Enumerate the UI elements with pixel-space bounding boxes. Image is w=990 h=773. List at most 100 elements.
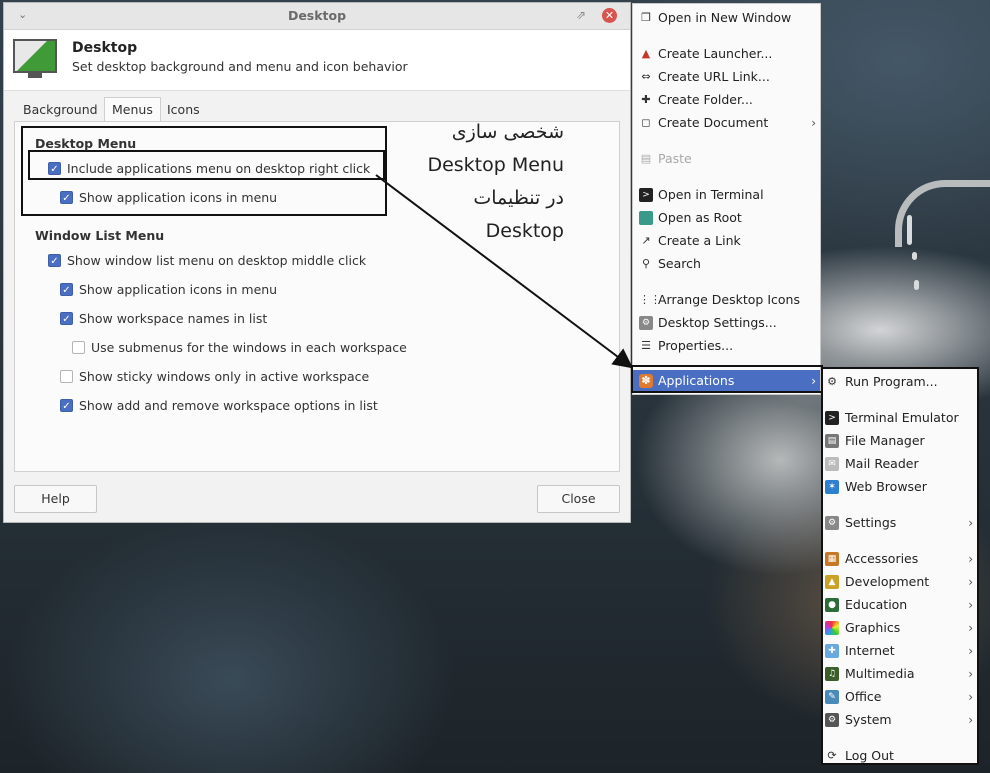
logout-icon: ⟳ [827, 749, 837, 762]
file-manager-icon: ▤ [825, 434, 839, 448]
menu-item-label: Web Browser [845, 479, 927, 494]
tab-background[interactable]: Background [16, 98, 105, 122]
menu-item-label: Open in New Window [658, 10, 792, 25]
menu-item-label: Terminal Emulator [845, 410, 959, 425]
menu-item-run-program[interactable]: ⚙ Run Program... [823, 371, 977, 393]
menu-item-create-document[interactable]: ◻ Create Document › [633, 112, 820, 134]
desktop-settings-icon: ⚙ [639, 316, 653, 330]
menu-item-multimedia[interactable]: ♫ Multimedia › [823, 663, 977, 685]
desktop-menu-icons-label: Show application icons in menu [79, 190, 278, 205]
menu-item-system[interactable]: ⚙ System › [823, 709, 977, 731]
chevron-right-icon: › [968, 621, 973, 635]
close-icon[interactable]: ✕ [602, 8, 617, 23]
menu-item-properties[interactable]: ☰ Properties... [633, 335, 820, 357]
menu-item-terminal-emulator[interactable]: > Terminal Emulator [823, 407, 977, 429]
graphics-icon [825, 621, 839, 635]
chevron-right-icon: › [811, 116, 816, 130]
window-list-middle-click-checkbox[interactable]: ✓ [48, 254, 61, 267]
tab-menus[interactable]: Menus [104, 97, 161, 123]
workspace-names-label: Show workspace names in list [79, 311, 268, 326]
menu-item-label: Internet [845, 643, 895, 658]
annotation-line-1: شخصی سازی [451, 121, 564, 143]
menu-item-mail-reader[interactable]: ✉ Mail Reader [823, 453, 977, 475]
menu-item-open-terminal[interactable]: > Open in Terminal [633, 184, 820, 206]
desktop-menu-icons-checkbox[interactable]: ✓ [60, 191, 73, 204]
root-icon [639, 211, 653, 225]
workspace-options-checkbox[interactable]: ✓ [60, 399, 73, 412]
menu-item-create-folder[interactable]: ✚ Create Folder... [633, 89, 820, 111]
wallpaper-drip [912, 252, 917, 260]
sticky-windows-label: Show sticky windows only in active works… [79, 369, 370, 384]
menu-item-label: Development [845, 574, 930, 589]
desktop-monitor-icon [13, 39, 57, 73]
workspace-submenus-checkbox[interactable] [72, 341, 85, 354]
menu-item-create-url-link[interactable]: ⇔ Create URL Link... [633, 66, 820, 88]
workspace-submenus-label: Use submenus for the windows in each wor… [91, 340, 407, 355]
menu-item-label: Create Folder... [658, 92, 753, 107]
wallpaper-drip [907, 215, 912, 245]
menu-item-label: Properties... [658, 338, 734, 353]
desktop-context-menu: ❐ Open in New Window ▲ Create Launcher..… [632, 3, 821, 395]
close-button[interactable]: Close [537, 485, 620, 513]
menu-item-label: Desktop Settings... [658, 315, 777, 330]
menu-item-education[interactable]: ● Education › [823, 594, 977, 616]
menu-item-label: Settings [845, 515, 897, 530]
internet-icon: ✚ [825, 644, 839, 658]
link-icon: ↗ [641, 234, 651, 247]
menu-item-settings[interactable]: ⚙ Settings › [823, 512, 977, 534]
search-icon: ⚲ [641, 257, 651, 270]
menu-item-arrange-icons[interactable]: ⋮⋮ Arrange Desktop Icons [633, 289, 820, 311]
menu-item-file-manager[interactable]: ▤ File Manager [823, 430, 977, 452]
chevron-right-icon: › [968, 552, 973, 566]
menu-item-search[interactable]: ⚲ Search [633, 253, 820, 275]
menu-item-office[interactable]: ✎ Office › [823, 686, 977, 708]
restore-icon[interactable]: ⇗ [576, 8, 586, 22]
chevron-right-icon: › [968, 713, 973, 727]
menu-item-accessories[interactable]: ▦ Accessories › [823, 548, 977, 570]
url-link-icon: ⇔ [641, 70, 651, 83]
include-apps-menu-label: Include applications menu on desktop rig… [67, 161, 371, 176]
window-titlebar[interactable]: ⌄ Desktop ⇗ ✕ [4, 3, 630, 30]
annotation-line-3: در تنظیمات [473, 187, 564, 209]
menu-item-label: Create URL Link... [658, 69, 770, 84]
tab-icons[interactable]: Icons [160, 98, 207, 122]
chevron-right-icon: › [968, 598, 973, 612]
chevron-right-icon: › [968, 516, 973, 530]
help-button[interactable]: Help [14, 485, 97, 513]
window-list-icons-label: Show application icons in menu [79, 282, 278, 297]
menu-item-label: Open in Terminal [658, 187, 764, 202]
menu-item-internet[interactable]: ✚ Internet › [823, 640, 977, 662]
menu-item-paste[interactable]: ▤ Paste [633, 148, 820, 170]
window-list-icons-checkbox[interactable]: ✓ [60, 283, 73, 296]
menu-item-development[interactable]: ▲ Development › [823, 571, 977, 593]
education-icon: ● [825, 598, 839, 612]
dialog-header: Desktop Set desktop background and menu … [4, 30, 630, 91]
accessories-icon: ▦ [825, 552, 839, 566]
menu-item-label: Search [658, 256, 701, 271]
menu-item-graphics[interactable]: Graphics › [823, 617, 977, 639]
menu-item-web-browser[interactable]: ✶ Web Browser [823, 476, 977, 498]
chevron-right-icon: › [968, 575, 973, 589]
multimedia-icon: ♫ [825, 667, 839, 681]
monitor-stand [28, 73, 42, 78]
include-apps-menu-checkbox[interactable]: ✓ [48, 162, 61, 175]
workspace-names-checkbox[interactable]: ✓ [60, 312, 73, 325]
menu-item-label: Graphics [845, 620, 901, 635]
menu-item-create-link[interactable]: ↗ Create a Link [633, 230, 820, 252]
chevron-right-icon: › [968, 644, 973, 658]
menu-item-label: Open as Root [658, 210, 742, 225]
dialog-title: Desktop [72, 40, 138, 56]
menu-item-open-as-root[interactable]: Open as Root [633, 207, 820, 229]
workspace-options-label: Show add and remove workspace options in… [79, 398, 378, 413]
menu-item-open-new-window[interactable]: ❐ Open in New Window [633, 7, 820, 29]
menu-item-log-out[interactable]: ⟳ Log Out [823, 745, 977, 767]
applications-submenu: ⚙ Run Program... > Terminal Emulator ▤ F… [821, 367, 979, 765]
web-browser-icon: ✶ [825, 480, 839, 494]
menu-item-label: Arrange Desktop Icons [658, 292, 800, 307]
document-icon: ◻ [641, 116, 651, 129]
menu-item-create-launcher[interactable]: ▲ Create Launcher... [633, 43, 820, 65]
menu-item-label: Mail Reader [845, 456, 919, 471]
wallpaper-drip [914, 280, 919, 290]
sticky-windows-checkbox[interactable] [60, 370, 73, 383]
menu-item-desktop-settings[interactable]: ⚙ Desktop Settings... [633, 312, 820, 334]
